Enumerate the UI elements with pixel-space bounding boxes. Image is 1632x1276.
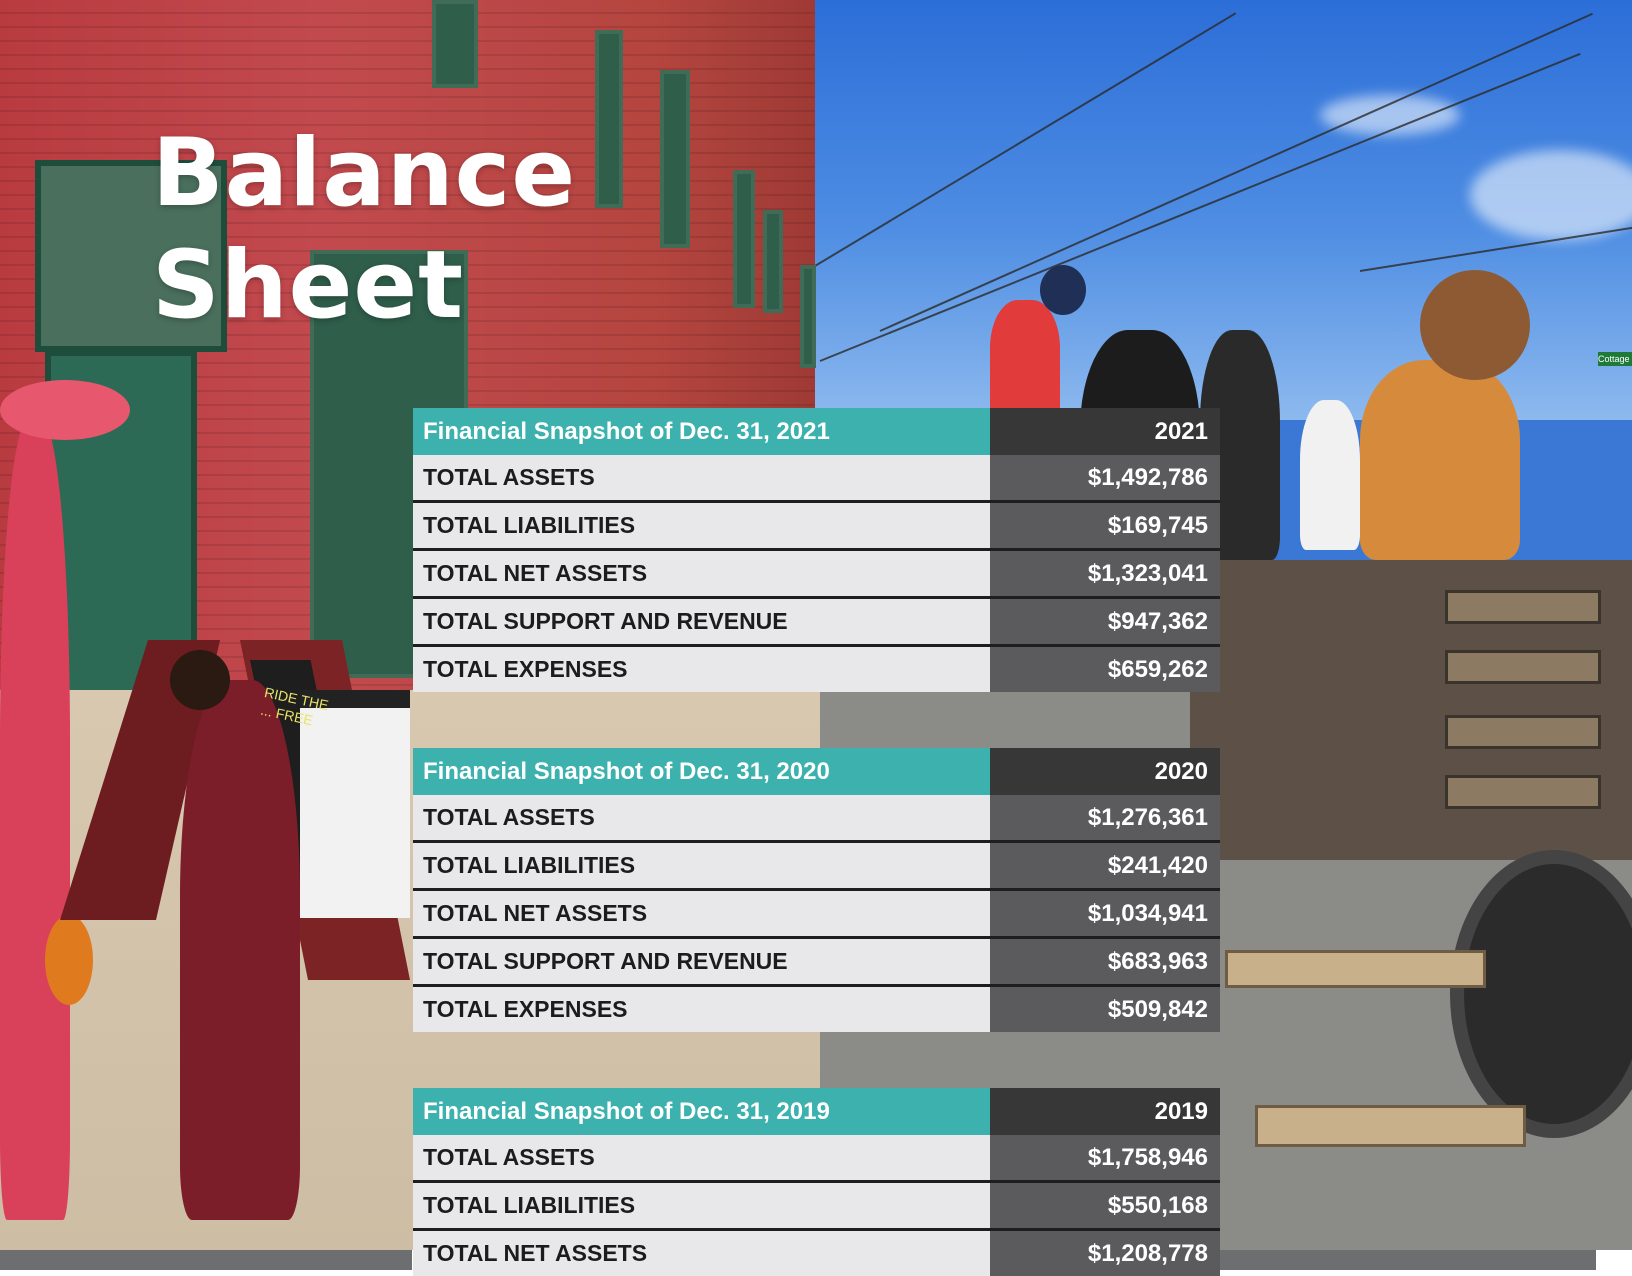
row-label: TOTAL ASSETS <box>413 1135 990 1180</box>
window <box>432 0 478 88</box>
footer-bar <box>1220 1250 1596 1270</box>
row-value: $1,323,041 <box>990 551 1220 596</box>
table-row: TOTAL LIABILITIES $169,745 <box>413 500 1220 548</box>
table-row: TOTAL NET ASSETS $1,208,778 <box>413 1228 1220 1276</box>
wagon-board <box>1445 590 1601 624</box>
table-row: TOTAL NET ASSETS $1,323,041 <box>413 548 1220 596</box>
table-row: TOTAL SUPPORT AND REVENUE $683,963 <box>413 936 1220 984</box>
page-title: Balance Sheet <box>152 118 576 342</box>
table-row: TOTAL ASSETS $1,276,361 <box>413 795 1220 840</box>
person <box>1360 360 1520 560</box>
person <box>0 420 70 1220</box>
footer-bar <box>0 1250 412 1270</box>
table-header: Financial Snapshot of Dec. 31, 2019 2019 <box>413 1088 1220 1135</box>
window <box>660 70 690 248</box>
window <box>800 265 816 368</box>
pumpkin <box>45 915 93 1005</box>
title-line: Balance <box>152 119 577 228</box>
table-row: TOTAL EXPENSES $659,262 <box>413 644 1220 692</box>
row-label: TOTAL NET ASSETS <box>413 551 990 596</box>
street-sign: Cottage <box>1598 352 1632 366</box>
person <box>990 300 1060 420</box>
person <box>0 380 130 440</box>
row-value: $509,842 <box>990 987 1220 1032</box>
person <box>180 680 300 1220</box>
table-row: TOTAL ASSETS $1,492,786 <box>413 455 1220 500</box>
table-heading: Financial Snapshot of Dec. 31, 2021 <box>413 408 990 455</box>
row-value: $947,362 <box>990 599 1220 644</box>
snapshot-table-2021: Financial Snapshot of Dec. 31, 2021 2021… <box>413 408 1220 692</box>
row-label: TOTAL EXPENSES <box>413 647 990 692</box>
table-row: TOTAL ASSETS $1,758,946 <box>413 1135 1220 1180</box>
wagon-step <box>1255 1105 1526 1147</box>
window <box>595 30 623 208</box>
row-value: $1,208,778 <box>990 1231 1220 1276</box>
table-year: 2020 <box>990 748 1220 795</box>
table-heading: Financial Snapshot of Dec. 31, 2019 <box>413 1088 990 1135</box>
row-value: $550,168 <box>990 1183 1220 1228</box>
row-value: $659,262 <box>990 647 1220 692</box>
row-value: $683,963 <box>990 939 1220 984</box>
wagon-board <box>1445 650 1601 684</box>
table-row: TOTAL LIABILITIES $550,168 <box>413 1180 1220 1228</box>
person <box>170 650 230 710</box>
row-label: TOTAL ASSETS <box>413 795 990 840</box>
row-value: $241,420 <box>990 843 1220 888</box>
row-value: $1,492,786 <box>990 455 1220 500</box>
window <box>733 170 755 308</box>
row-label: TOTAL LIABILITIES <box>413 843 990 888</box>
wagon-board <box>1445 775 1601 809</box>
person <box>1040 265 1086 315</box>
table-heading: Financial Snapshot of Dec. 31, 2020 <box>413 748 990 795</box>
table-row: TOTAL EXPENSES $509,842 <box>413 984 1220 1032</box>
row-value: $1,276,361 <box>990 795 1220 840</box>
row-label: TOTAL EXPENSES <box>413 987 990 1032</box>
row-label: TOTAL LIABILITIES <box>413 1183 990 1228</box>
title-line: Sheet <box>152 231 465 340</box>
snapshot-table-2020: Financial Snapshot of Dec. 31, 2020 2020… <box>413 748 1220 1032</box>
person <box>1420 270 1530 380</box>
row-label: TOTAL NET ASSETS <box>413 1231 990 1276</box>
row-label: TOTAL SUPPORT AND REVENUE <box>413 599 990 644</box>
person <box>1300 400 1360 550</box>
table-year: 2019 <box>990 1088 1220 1135</box>
row-label: TOTAL ASSETS <box>413 455 990 500</box>
row-label: TOTAL LIABILITIES <box>413 503 990 548</box>
wagon-board <box>1445 715 1601 749</box>
row-label: TOTAL SUPPORT AND REVENUE <box>413 939 990 984</box>
table-row: TOTAL SUPPORT AND REVENUE $947,362 <box>413 596 1220 644</box>
window <box>763 210 783 313</box>
row-value: $1,758,946 <box>990 1135 1220 1180</box>
snapshot-table-2019: Financial Snapshot of Dec. 31, 2019 2019… <box>413 1088 1220 1276</box>
row-label: TOTAL NET ASSETS <box>413 891 990 936</box>
table-header: Financial Snapshot of Dec. 31, 2021 2021 <box>413 408 1220 455</box>
wagon-step <box>1225 950 1486 988</box>
row-value: $169,745 <box>990 503 1220 548</box>
table-row: TOTAL LIABILITIES $241,420 <box>413 840 1220 888</box>
table-row: TOTAL NET ASSETS $1,034,941 <box>413 888 1220 936</box>
table-year: 2021 <box>990 408 1220 455</box>
table-header: Financial Snapshot of Dec. 31, 2020 2020 <box>413 748 1220 795</box>
row-value: $1,034,941 <box>990 891 1220 936</box>
